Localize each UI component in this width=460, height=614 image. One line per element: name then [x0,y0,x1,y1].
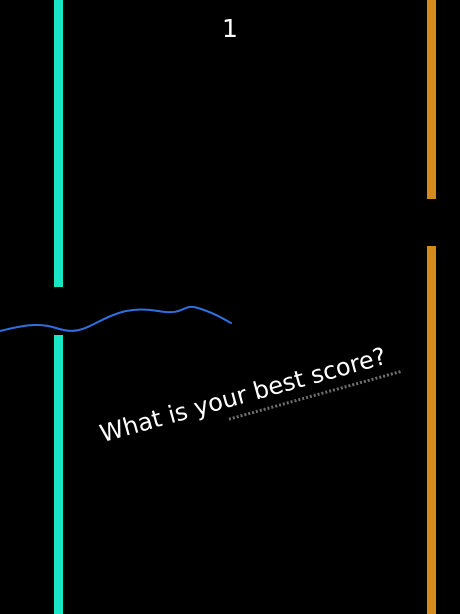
wave-trail-line [0,305,232,332]
player-trail [0,305,232,332]
